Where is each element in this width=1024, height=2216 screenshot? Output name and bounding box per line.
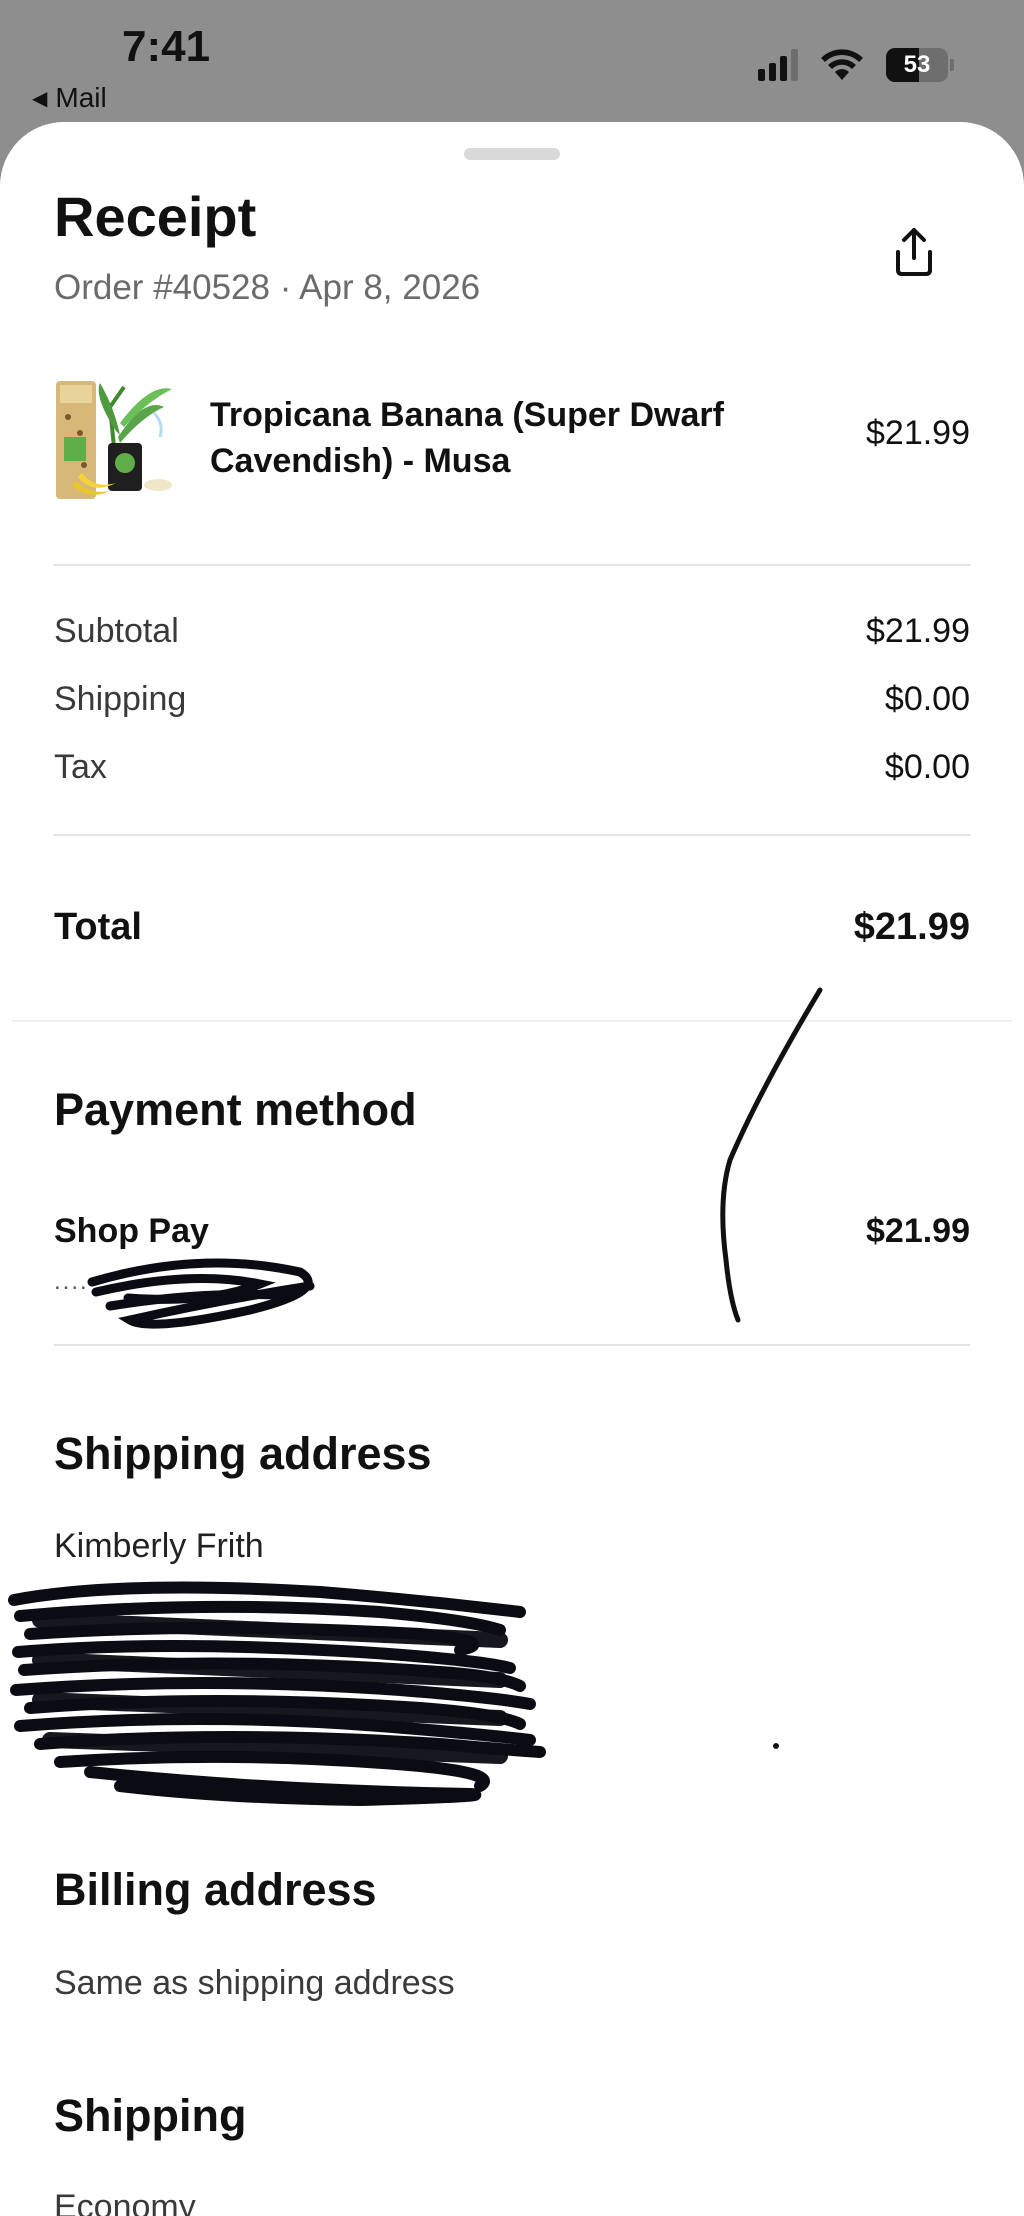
wifi-icon: [821, 49, 863, 80]
shipping-row: Shipping $0.00: [54, 680, 970, 719]
total-row: Total $21.99: [54, 906, 970, 949]
section-divider: [12, 1020, 1012, 1022]
billing-address-text: Same as shipping address: [54, 1964, 455, 2002]
shipping-value: $0.00: [884, 680, 970, 718]
payment-method-name: Shop Pay: [54, 1212, 209, 1250]
back-to-mail-label: Mail: [55, 82, 107, 113]
back-to-mail-button[interactable]: ◀ Mail: [32, 82, 107, 114]
divider: [54, 1344, 970, 1346]
battery-level-text: 53: [903, 51, 931, 78]
shipping-heading: Shipping: [54, 2090, 247, 2141]
subtotal-label: Subtotal: [54, 612, 179, 650]
sheet-grabber[interactable]: [464, 148, 560, 160]
payment-method-heading: Payment method: [54, 1084, 417, 1135]
divider: [54, 834, 970, 836]
billing-address-heading: Billing address: [54, 1864, 377, 1915]
product-name[interactable]: Tropicana Banana (Super Dwarf Cavendish)…: [210, 392, 790, 484]
subtotal-row: Subtotal $21.99: [54, 612, 970, 651]
tax-row: Tax $0.00: [54, 748, 970, 787]
order-subtitle: Order #40528 · Apr 8, 2026: [54, 268, 481, 307]
shipping-address-heading: Shipping address: [54, 1428, 432, 1479]
tax-value: $0.00: [884, 748, 970, 786]
page-title: Receipt: [54, 185, 257, 248]
total-value: $21.99: [853, 906, 970, 948]
shipping-method: Economy: [54, 2188, 196, 2216]
total-label: Total: [54, 906, 142, 948]
status-time: 7:41: [122, 22, 211, 71]
cellular-signal-icon: [758, 49, 798, 81]
masked-card-number: ....: [54, 1268, 89, 1295]
back-arrow-icon: ◀: [32, 87, 48, 110]
product-price: $21.99: [866, 414, 970, 452]
divider: [54, 564, 970, 566]
subtotal-value: $21.99: [866, 612, 970, 650]
receipt-sheet: Receipt Order #40528 · Apr 8, 2026 Tropi…: [0, 122, 1024, 2216]
shipping-label: Shipping: [54, 680, 187, 718]
product-thumbnail: [54, 377, 180, 503]
shipping-address-name: Kimberly Frith: [54, 1527, 264, 1565]
payment-amount: $21.99: [866, 1212, 970, 1250]
tax-label: Tax: [54, 748, 107, 786]
status-indicators: 53: [758, 48, 954, 82]
status-bar: 7:41 ◀ Mail 53: [0, 0, 1024, 125]
share-icon[interactable]: [884, 222, 944, 282]
battery-icon: 53: [886, 48, 954, 82]
